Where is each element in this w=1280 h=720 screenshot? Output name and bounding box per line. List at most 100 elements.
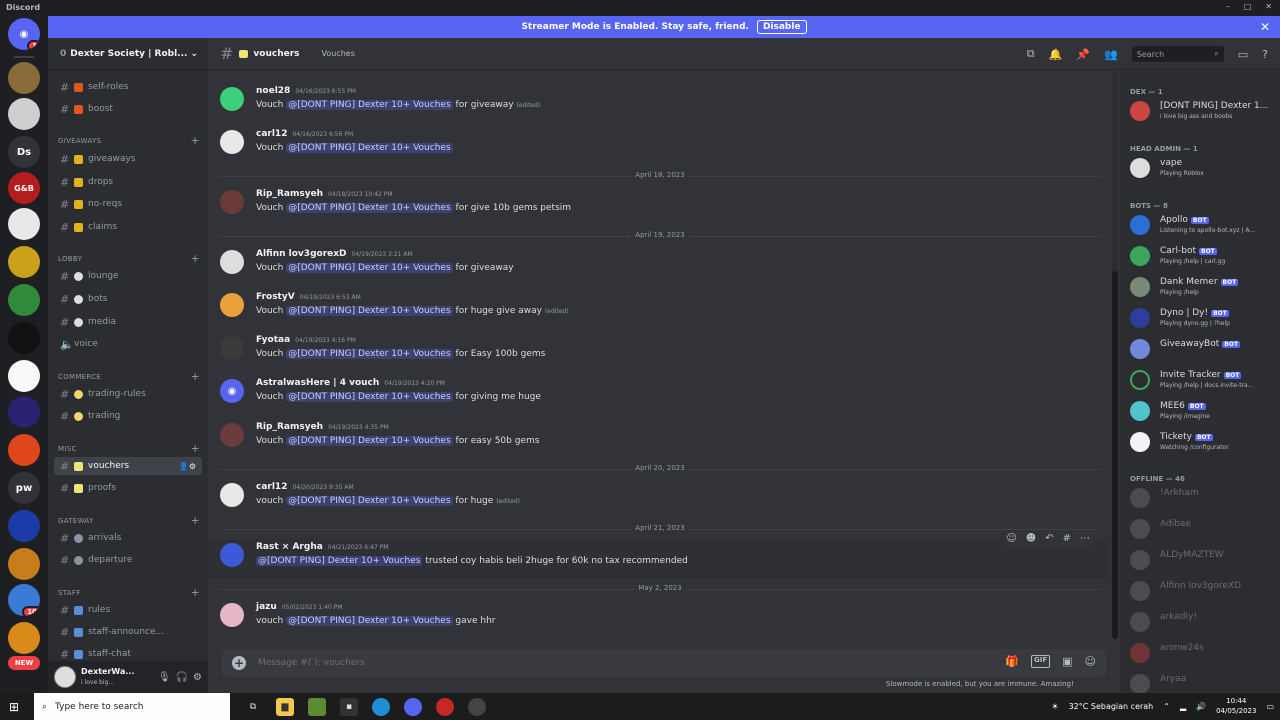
taskbar-search-input[interactable]: ⌕ Type here to search [34,693,230,720]
member-item[interactable]: !Arkham [1128,484,1276,512]
avatar[interactable] [220,543,244,567]
gift-icon[interactable]: 🎁 [1005,655,1019,668]
avatar[interactable] [220,250,244,274]
windows-start-icon[interactable]: ⊞ [0,700,28,714]
channel-staff-announcements[interactable]: # staff-announce... [54,623,202,641]
headphones-icon[interactable]: 🎧 [176,672,188,683]
member-item[interactable]: Dyno | Dy! BOT Playing dyno.gg | ?help [1128,304,1276,332]
message[interactable]: carl12 04/16/2023 6:56 PM Vouch @[DONT PI… [208,126,1108,166]
member-item[interactable]: ALDyMAZTEW [1128,546,1276,574]
message-author[interactable]: Alfinn lov3gorexD [256,249,347,259]
avatar[interactable] [220,190,244,214]
add-reaction-icon[interactable]: ☺ [1006,533,1016,544]
message-author[interactable]: Rip_Ramsyeh [256,189,323,199]
member-item[interactable]: GiveawayBot BOT [1128,335,1276,363]
member-item[interactable]: vape Playing Roblox [1128,154,1276,182]
message[interactable]: ◉ AstralwasHere | 4 vouch 04/19/2023 4:20… [208,375,1108,415]
server-icon[interactable] [8,548,40,580]
server-icon[interactable] [8,208,40,240]
member-item[interactable]: Tickety BOT Watching /configurator [1128,428,1276,456]
member-item[interactable]: Invite Tracker BOT Playing /help | docs.in… [1128,366,1276,394]
category-commerce[interactable]: COMMERCE + [58,370,200,383]
channel-trading[interactable]: # trading [54,407,202,425]
member-item[interactable]: Alfinn lov3goreXD [1128,577,1276,605]
file-explorer-icon[interactable]: ▆ [276,697,294,716]
voice-channel[interactable]: 🔈 voice [54,335,202,353]
channel-arrivals[interactable]: # arrivals [54,529,202,547]
server-header[interactable]: 0 Dexter Society | Robl... ⌄ [48,38,208,70]
channel-media[interactable]: # media [54,313,202,331]
message-author[interactable]: Fyotaa [256,335,290,345]
message[interactable]: carl12 04/20/2023 9:35 AM vouch @[DONT PI… [208,479,1108,519]
disable-button[interactable]: Disable [756,20,807,34]
avatar[interactable] [220,423,244,447]
message[interactable]: Fyotaa 04/19/2023 4:16 PM Vouch @[DONT PI… [208,332,1108,372]
server-icon[interactable] [8,284,40,316]
attach-plus-icon[interactable]: + [232,656,246,670]
role-mention[interactable]: @[DONT PING] Dexter 10+ Vouches [286,306,453,316]
server-icon[interactable] [8,246,40,278]
server-icon[interactable] [8,360,40,392]
channel-departure[interactable]: # departure [54,551,202,569]
add-super-reaction-icon[interactable]: ☻ [1026,533,1036,544]
message-author[interactable]: Rast × Argha [256,542,323,552]
channel-boost[interactable]: # boost [54,100,202,118]
reply-icon[interactable]: ↶ [1045,533,1053,544]
message-author[interactable]: carl12 [256,482,287,492]
message-input[interactable]: Message #( ): vouchers [258,658,365,668]
message-composer[interactable]: + Message #( ): vouchers 🎁 GIF ▣ ☺ [222,649,1106,677]
server-icon-gb[interactable]: G&B [8,172,40,204]
avatar[interactable] [220,293,244,317]
avatar[interactable] [220,603,244,627]
channel-self-roles[interactable]: # self-roles [54,78,202,96]
category-staff[interactable]: STAFF + [58,586,200,599]
message-list[interactable]: noel28 04/16/2023 6:55 PM Vouch @[DONT PI… [208,71,1112,639]
message-author[interactable]: FrostyV [256,292,295,302]
category-giveaways[interactable]: GIVEAWAYS + [58,134,200,147]
role-mention[interactable]: @[DONT PING] Dexter 10+ Vouches [286,436,453,446]
volume-icon[interactable]: 🔊 [1196,702,1206,711]
search-input[interactable]: Search ⌕ [1131,46,1224,62]
server-icon-ds[interactable]: Ds [8,136,40,168]
emoji-icon[interactable]: ☺ [1085,655,1096,668]
message-author[interactable]: carl12 [256,129,287,139]
roblox-icon[interactable] [436,697,454,716]
pin-icon[interactable]: 📌 [1076,48,1090,61]
avatar[interactable] [54,666,76,688]
more-options-icon[interactable]: ⋯ [1080,533,1090,544]
channel-drops[interactable]: # drops [54,173,202,191]
channel-claims[interactable]: # claims [54,218,202,236]
role-mention[interactable]: @[DONT PING] Dexter 10+ Vouches [286,143,453,153]
avatar[interactable] [220,483,244,507]
create-thread-icon[interactable]: # [1063,533,1071,544]
message-author[interactable]: Rip_Ramsyeh [256,422,323,432]
home-button[interactable]: ◉ 1 [8,18,40,50]
message[interactable]: noel28 04/16/2023 6:55 PM Vouch @[DONT PI… [208,83,1108,123]
message[interactable]: FrostyV 04/19/2023 6:53 AM Vouch @[DONT P… [208,289,1108,329]
role-mention[interactable]: @[DONT PING] Dexter 10+ Vouches [286,392,453,402]
server-icon[interactable] [8,434,40,466]
message[interactable]: jazu 05/02/2023 1:40 PM vouch @[DONT PING… [208,599,1108,639]
microphone-icon[interactable]: 🎙 [158,672,171,683]
avatar[interactable] [220,87,244,111]
notification-bell-icon[interactable]: 🔔 [1049,48,1063,61]
member-item[interactable]: arkadiy! [1128,608,1276,636]
server-icon[interactable] [8,622,40,654]
role-mention[interactable]: @[DONT PING] Dexter 10+ Vouches [286,203,453,213]
role-mention[interactable]: @[DONT PING] Dexter 10+ Vouches [286,100,453,110]
message[interactable]: ☺ ☻ ↶ # ⋯ Rast × Argha 04/21/2023 6:47 PM… [208,531,1108,579]
chrome-icon[interactable] [468,697,486,716]
channel-bots[interactable]: # bots [54,290,202,308]
minecraft-icon[interactable] [308,697,326,716]
notifications-icon[interactable]: ▭ [1266,702,1274,711]
edge-browser-icon[interactable] [372,697,390,716]
channel-proofs[interactable]: # proofs [54,479,202,497]
minimize-icon[interactable]: – [1226,2,1230,11]
threads-icon[interactable]: ⧉ [1027,47,1035,61]
gif-button[interactable]: GIF [1030,655,1051,668]
scrollbar[interactable] [1112,71,1118,639]
category-misc[interactable]: MISC + [58,442,200,455]
message-author[interactable]: AstralwasHere | 4 vouch [256,378,379,388]
avatar[interactable]: ◉ [220,379,244,403]
role-mention[interactable]: @[DONT PING] Dexter 10+ Vouches [256,556,423,566]
